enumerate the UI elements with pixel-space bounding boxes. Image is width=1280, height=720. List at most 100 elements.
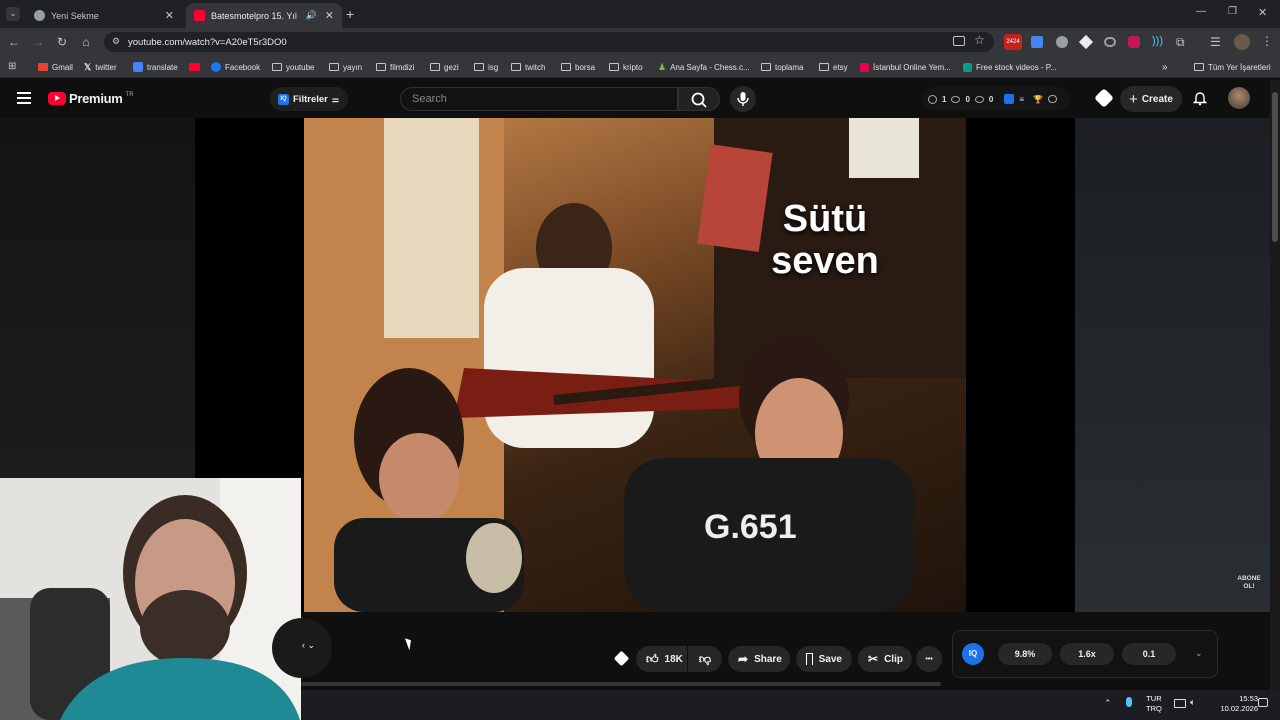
bookmark-folder-etsy[interactable]: etsy [819,60,848,74]
profile-avatar[interactable] [1234,34,1250,50]
share-button[interactable]: ➦ Share [728,646,790,672]
eye-icon [974,95,984,103]
clip-button[interactable]: ✂ Clip [858,646,912,672]
audio-icon[interactable]: 🔊 [306,10,317,21]
eye-icon [951,95,961,103]
notification-center-icon[interactable] [1258,698,1268,707]
search-button[interactable] [678,87,720,111]
more-actions-button[interactable]: ••• [916,646,942,672]
forward-icon[interactable]: → [30,34,46,50]
close-tab-icon[interactable]: ✕ [165,9,174,22]
clock[interactable]: 15:53 10.02.2026 [1208,694,1258,714]
stats-expand-icon[interactable]: ⌄ [1195,648,1203,659]
ambient-glow-right [1075,118,1270,612]
bookmark-folder-filmdizi[interactable]: filmdizi [376,60,414,74]
site-info-icon[interactable]: ⚙ [112,36,120,47]
list-icon[interactable]: ≡ [1019,95,1024,104]
install-app-icon[interactable] [953,36,965,46]
extensions-icon[interactable]: ⧉ [1176,35,1185,50]
iq-logo-icon[interactable]: IQ [962,643,984,665]
folder-icon [376,63,386,71]
ext-pink-icon[interactable] [1128,36,1140,48]
ext-audio-icon[interactable]: ))) [1152,35,1163,47]
minimize-button[interactable]: — [1196,6,1206,17]
bookmark-folder-kripto[interactable]: kripto [609,60,643,74]
bookmark-youtube-icon[interactable] [189,60,204,74]
count-c: 0 [988,94,994,104]
bookmark-label: youtube [286,62,315,72]
extension-badge[interactable]: 2424 [1004,34,1022,50]
bottom-scroll-strip[interactable] [301,682,941,686]
video-frame[interactable]: G.651 [304,118,966,612]
all-bookmarks-folder[interactable]: Tüm Yer İşaretleri [1194,60,1271,74]
more-bookmarks-button[interactable]: » [1162,60,1168,74]
back-icon[interactable]: ← [6,34,22,50]
thumbs-down-icon: 👎︎ [698,651,712,666]
notifications-icon[interactable] [1192,91,1208,106]
close-window-button[interactable]: ✕ [1258,6,1267,19]
tray-mic-icon[interactable] [1126,697,1132,707]
reading-list-icon[interactable]: ☰ [1210,35,1221,49]
like-count: 18K [664,653,683,665]
subscribe-overlay[interactable]: ABONE OL! [1228,575,1270,591]
gamepad-action-icon[interactable] [613,650,630,667]
reload-icon[interactable]: ↻ [54,34,70,50]
bookmark-yemeksepeti[interactable]: İstanbul Online Yem... [860,60,951,74]
ext-circle-icon[interactable] [1056,36,1068,48]
bookmark-folder-isg[interactable]: isg [474,60,498,74]
restore-button[interactable]: ❐ [1228,6,1237,17]
tab-yeni-sekme[interactable]: Yeni Sekme ✕ [26,3,182,28]
input-language[interactable]: TUR TRQ [1146,694,1162,714]
bookmark-folder-twitch[interactable]: twitch [511,60,545,74]
volume-icon[interactable]: 🔈︎ [1190,697,1195,708]
bookmark-icon [806,653,813,665]
create-label: Create [1141,93,1173,105]
address-bar[interactable]: ⚙ youtube.com/watch?v=A20eT5r3DO0 [104,32,994,52]
translate-ext-icon[interactable] [1031,36,1043,48]
chrome-menu-icon[interactable]: ⋮ [1261,34,1273,48]
bookmark-label: yayın [343,62,363,72]
new-tab-button[interactable]: + [346,6,354,22]
tray-expand-icon[interactable]: ⌃ [1104,698,1112,709]
folder-icon [561,63,571,71]
create-button[interactable]: + Create [1120,86,1182,112]
bookmark-folder-gezi[interactable]: gezi [430,60,459,74]
url-text: youtube.com/watch?v=A20eT5r3DO0 [128,36,287,48]
home-icon[interactable]: ⌂ [78,34,94,50]
account-avatar[interactable] [1228,87,1250,109]
voice-search-button[interactable] [730,86,756,112]
bookmark-chess[interactable]: ♟ Ana Sayfa - Chess.c... [658,60,750,74]
scrollbar-thumb[interactable] [1272,92,1278,242]
chat-icon[interactable] [1048,95,1057,103]
search-input[interactable]: Search [400,87,678,111]
bookmark-folder-toplama[interactable]: toplama [761,60,803,74]
bookmark-translate[interactable]: translate [133,60,178,74]
like-button[interactable]: 👍︎ 18K [636,646,687,672]
bookmark-folder-yayin[interactable]: yayın [329,60,362,74]
bookmark-facebook[interactable]: Facebook [211,60,260,74]
bookmark-twitter[interactable]: 𝕏twitter [84,60,117,74]
bookmark-label: gezi [444,62,459,72]
iq-icon[interactable] [1004,94,1015,104]
ext-glasses-icon[interactable] [1104,37,1116,47]
filters-button[interactable]: IQ Filtreler ⚌ [270,87,348,111]
bookmark-gmail[interactable]: Gmail [38,60,73,74]
page-scrollbar[interactable] [1270,80,1280,690]
close-tab-icon[interactable]: ✕ [325,9,334,22]
bookmark-folder-youtube[interactable]: youtube [272,60,314,74]
apps-icon[interactable]: ⊞ [8,61,16,72]
network-icon[interactable] [1174,699,1186,708]
bookmark-folder-borsa[interactable]: borsa [561,60,595,74]
trophy-icon[interactable]: 🏆 [1033,95,1043,104]
dislike-button[interactable]: 👎︎ [688,646,722,672]
tab-batesmotelpro[interactable]: Batesmotelpro 15. Yıl - You 🔊 ✕ [186,3,342,28]
thumbs-up-icon: 👍︎ [646,651,659,666]
actions-scroll-left[interactable]: ‹ ⌄ [272,618,332,678]
bookmark-star-icon[interactable]: ☆ [974,33,985,47]
save-button[interactable]: Save [796,646,852,672]
tab-search-button[interactable]: ⌄ [6,7,20,21]
hamburger-menu-icon[interactable] [17,92,31,104]
youtube-logo[interactable]: Premium TR [48,91,134,106]
bookmark-pexels[interactable]: Free stock videos - P... [963,60,1057,74]
lang-bottom: TRQ [1146,704,1162,713]
